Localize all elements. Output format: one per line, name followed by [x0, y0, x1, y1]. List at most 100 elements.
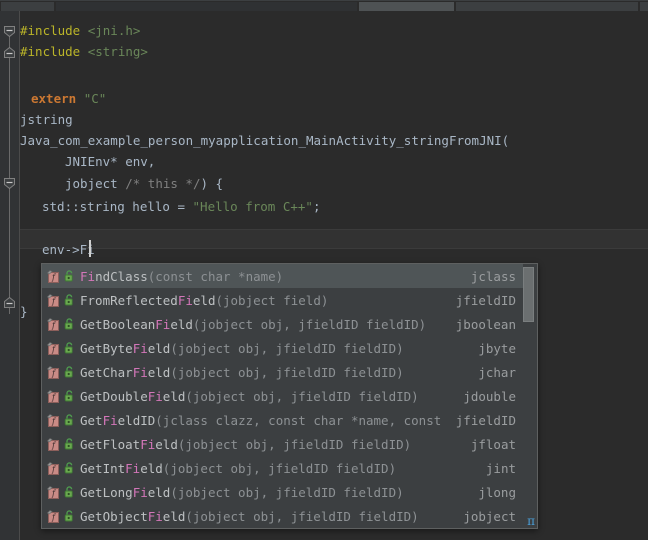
public-lock-icon: [64, 270, 75, 282]
autocomplete-item-params: (jobject obj, jfieldID fieldID): [170, 484, 404, 500]
autocomplete-item-name-match: Fi: [147, 508, 163, 524]
autocomplete-item-return-type: jbyte: [478, 340, 516, 356]
public-lock-icon: [64, 414, 75, 426]
autocomplete-item-name-prefix: GetObject: [80, 508, 148, 524]
autocomplete-scrollbar-track[interactable]: [523, 265, 536, 528]
autocomplete-item-name-match: Fi: [140, 436, 156, 452]
autocomplete-item-params: (jobject obj, jfieldID fieldID): [162, 460, 397, 476]
function-icon: f: [46, 317, 60, 331]
autocomplete-item-return-type: jclass: [470, 268, 516, 284]
autocomplete-item-return-type: jlong: [478, 484, 516, 500]
autocomplete-item-name-prefix: GetInt: [80, 460, 126, 476]
autocomplete-item[interactable]: f GetCharField(jobject obj, jfieldID fiel…: [42, 360, 523, 384]
autocomplete-item-name-suffix: eld: [192, 292, 216, 308]
function-icon: f: [46, 269, 60, 283]
autocomplete-item-signature: FindClass(const char *name): [80, 269, 461, 284]
autocomplete-item-name-prefix: Get: [80, 412, 103, 428]
autocomplete-item-name-match: Fi: [102, 412, 118, 428]
autocomplete-item-params: (jclass clazz, const char *name, const c…: [155, 412, 446, 428]
editor-tab-4[interactable]: [454, 1, 639, 11]
autocomplete-item-name-match: Fi: [132, 364, 148, 380]
autocomplete-item-params: (const char *name): [147, 268, 284, 284]
autocomplete-item-return-type: jboolean: [455, 316, 516, 332]
autocomplete-item-return-type: jchar: [478, 364, 516, 380]
code-line-8: jobject /* this */) {: [65, 174, 223, 194]
token-header-string: <string>: [87, 44, 148, 59]
public-lock-icon: [64, 510, 75, 522]
function-icon: f: [46, 437, 60, 451]
editor-tab-3-active[interactable]: [358, 1, 455, 11]
code-editor[interactable]: #include <jni.h> #include <string> exter…: [0, 11, 648, 540]
function-icon: f: [46, 509, 60, 523]
autocomplete-item-params: (jobject obj, jfieldID fieldID): [185, 388, 419, 404]
autocomplete-item-icons: f: [46, 509, 80, 523]
autocomplete-item[interactable]: f GetObjectField(jobject obj, jfieldID fi…: [42, 504, 523, 528]
token-comment-this: /* this */: [125, 176, 201, 191]
autocomplete-item-icons: f: [46, 437, 80, 451]
function-icon: f: [46, 485, 60, 499]
token-open-brace: ) {: [200, 176, 224, 191]
autocomplete-item-icons: f: [46, 269, 80, 283]
autocomplete-item[interactable]: f FromReflectedField(jobject field) jfield…: [42, 288, 523, 312]
function-icon: f: [46, 293, 60, 307]
public-lock-icon: [64, 438, 75, 450]
autocomplete-list[interactable]: f FindClass(const char *name) jclass f FromR…: [42, 264, 523, 528]
token-c-linkage: "C": [83, 91, 107, 106]
autocomplete-item-name-suffix: eld: [170, 316, 193, 332]
autocomplete-item-signature: GetLongField(jobject obj, jfieldID field…: [80, 485, 468, 500]
autocomplete-item[interactable]: f FindClass(const char *name) jclass: [42, 264, 523, 288]
autocomplete-item[interactable]: f GetFloatField(jobject obj, jfieldID fie…: [42, 432, 523, 456]
autocomplete-item-name-suffix: eld: [162, 388, 186, 404]
autocomplete-item-signature: GetFloatField(jobject obj, jfieldID fiel…: [80, 437, 461, 452]
function-icon: f: [46, 461, 60, 475]
autocomplete-item-name-match: Fi: [147, 388, 163, 404]
autocomplete-item-name-suffix: eld: [155, 436, 178, 452]
public-lock-icon: [64, 318, 75, 330]
autocomplete-item-params: (jobject obj, jfieldID fieldID): [170, 364, 404, 380]
autocomplete-item-return-type: jfieldID: [455, 292, 516, 308]
editor-tab-5[interactable]: [639, 1, 648, 11]
autocomplete-scrollbar-thumb[interactable]: [523, 267, 534, 322]
autocomplete-item-return-type: jfloat: [470, 436, 516, 452]
autocomplete-item-signature: GetIntField(jobject obj, jfieldID fieldI…: [80, 461, 476, 476]
autocomplete-item[interactable]: f GetIntField(jobject obj, jfieldID field…: [42, 456, 523, 480]
editor-tab-2[interactable]: [55, 1, 359, 11]
autocomplete-item[interactable]: f GetBooleanField(jobject obj, jfieldID f…: [42, 312, 523, 336]
function-icon: f: [46, 341, 60, 355]
autocomplete-item-icons: f: [46, 317, 80, 331]
autocomplete-item-signature: GetDoubleField(jobject obj, jfieldID fie…: [80, 389, 453, 404]
pi-badge-icon[interactable]: π: [527, 515, 535, 527]
function-icon: f: [46, 413, 60, 427]
autocomplete-item-name-prefix: GetDouble: [80, 388, 148, 404]
autocomplete-item-signature: GetCharField(jobject obj, jfieldID field…: [80, 365, 468, 380]
autocomplete-item-name-suffix: eld: [147, 484, 171, 500]
autocomplete-item-signature: GetFieldID(jclass clazz, const char *nam…: [80, 413, 446, 428]
autocomplete-item-name-suffix: eld: [162, 508, 186, 524]
autocomplete-item-name-match: Fi: [177, 292, 193, 308]
public-lock-icon: [64, 486, 75, 498]
editor-tab-1[interactable]: [0, 1, 56, 11]
autocomplete-item-params: (jobject obj, jfieldID fieldID): [177, 436, 412, 452]
code-line-5: jstring: [20, 110, 73, 130]
public-lock-icon: [64, 294, 75, 306]
token-close-brace: }: [20, 304, 28, 319]
autocomplete-item[interactable]: f GetByteField(jobject obj, jfieldID fiel…: [42, 336, 523, 360]
autocomplete-item[interactable]: f GetLongField(jobject obj, jfieldID fiel…: [42, 480, 523, 504]
autocomplete-item-name-match: Fi: [132, 340, 148, 356]
code-line-7: JNIEnv* env,: [65, 152, 155, 172]
autocomplete-popup[interactable]: f FindClass(const char *name) jclass f FromR…: [41, 263, 538, 529]
autocomplete-item-name-prefix: GetLong: [80, 484, 133, 500]
autocomplete-item[interactable]: f GetDoubleField(jobject obj, jfieldID fi…: [42, 384, 523, 408]
autocomplete-item-icons: f: [46, 461, 80, 475]
autocomplete-item-name-match: Fi: [132, 484, 148, 500]
autocomplete-item-signature: GetByteField(jobject obj, jfieldID field…: [80, 341, 468, 356]
autocomplete-item-return-type: jint: [485, 460, 516, 476]
token-function-name: Java_com_example_person_myapplication_Ma…: [20, 133, 510, 148]
autocomplete-item-return-type: jfieldID: [455, 412, 516, 428]
autocomplete-item-name-suffix: eld: [147, 340, 171, 356]
autocomplete-item-icons: f: [46, 341, 80, 355]
autocomplete-item[interactable]: f GetFieldID(jclass clazz, const char *na…: [42, 408, 523, 432]
autocomplete-item-name-match: Fi: [155, 316, 171, 332]
token-jstring: jstring: [20, 112, 73, 127]
autocomplete-item-name-match: Fi: [125, 460, 141, 476]
